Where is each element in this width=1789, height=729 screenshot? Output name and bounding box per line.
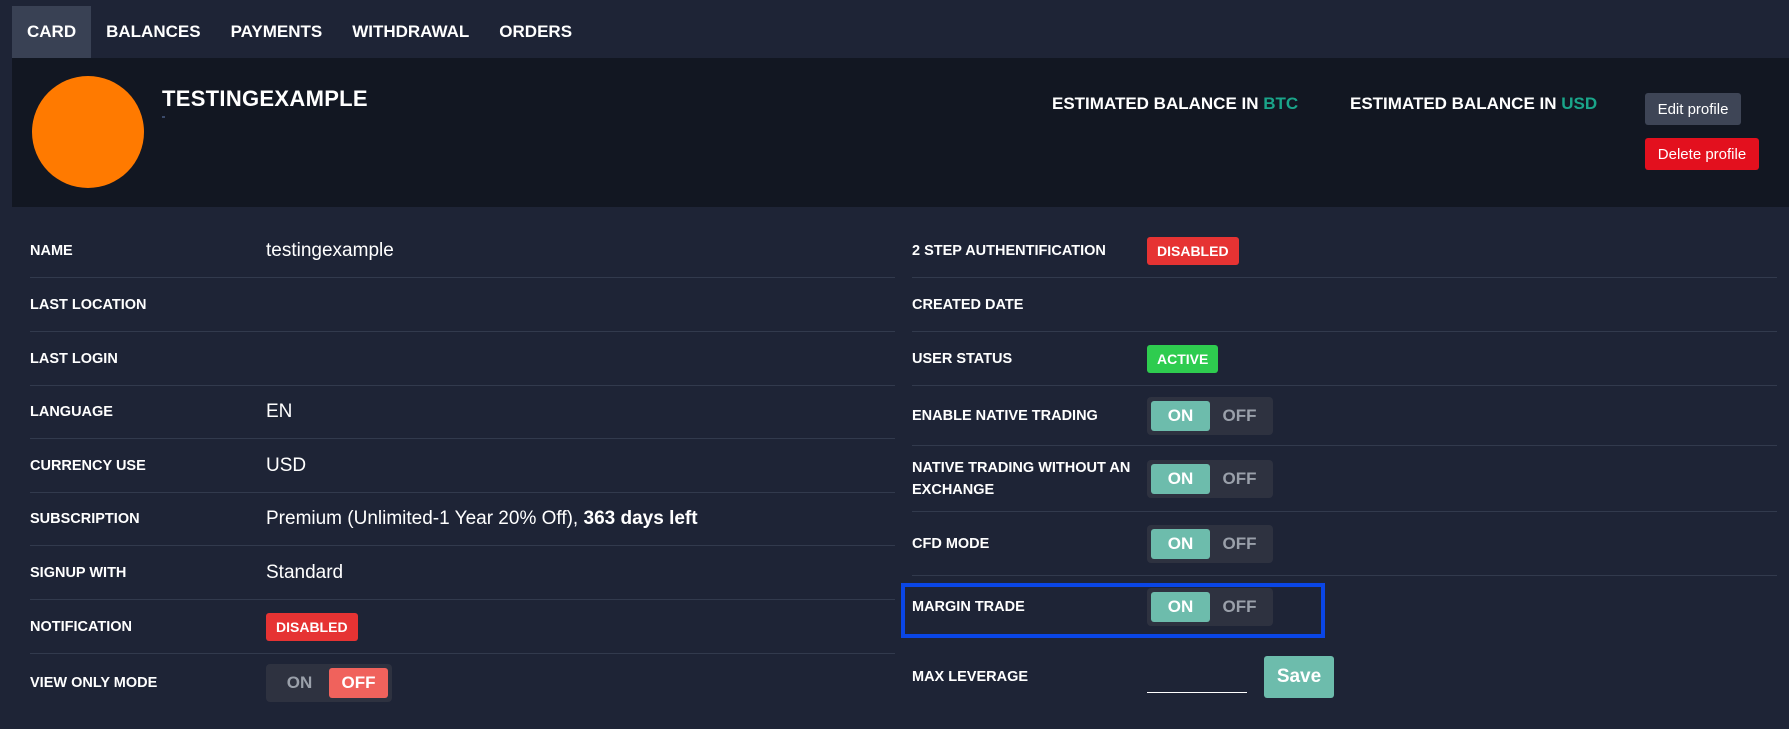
signup-value: Standard — [266, 561, 344, 583]
two-step-status-badge: DISABLED — [1147, 236, 1239, 265]
cfd-mode-toggle[interactable]: ON OFF — [1147, 524, 1273, 563]
native-no-exchange-label-line2: EXCHANGE — [912, 481, 995, 498]
subscription-plan: Premium (Unlimited-1 Year 20% Off), — [266, 507, 579, 529]
tab-payments[interactable]: PAYMENTS — [216, 6, 338, 58]
row-last-location: LAST LOCATION — [30, 278, 895, 332]
view-only-toggle[interactable]: ON OFF — [266, 664, 392, 702]
language-label: LANGUAGE — [30, 403, 113, 420]
edit-profile-button[interactable]: Edit profile — [1645, 93, 1741, 125]
name-value: testingexample — [266, 239, 394, 261]
estimated-balance-usd-currency: USD — [1561, 94, 1598, 113]
row-subscription: SUBSCRIPTION Premium (Unlimited-1 Year 2… — [30, 492, 895, 546]
row-name: NAME testingexample — [30, 224, 895, 278]
row-max-leverage: MAX LEVERAGE — [912, 650, 1777, 704]
native-no-exchange-label-line1: NATIVE TRADING WITHOUT AN — [912, 459, 1131, 476]
username-title: TESTINGEXAMPLE — [162, 86, 368, 111]
native-trading-label: ENABLE NATIVE TRADING — [912, 407, 1098, 424]
row-two-step: 2 STEP AUTHENTIFICATION DISABLED — [912, 224, 1777, 278]
estimated-balance-usd-prefix: ESTIMATED BALANCE IN — [1350, 94, 1557, 113]
estimated-balance-btc: ESTIMATED BALANCE IN BTC — [1052, 94, 1298, 114]
last-location-label: LAST LOCATION — [30, 296, 147, 313]
estimated-balance-btc-currency: BTC — [1263, 94, 1299, 113]
two-step-label: 2 STEP AUTHENTIFICATION — [912, 242, 1106, 259]
row-native-no-exchange: NATIVE TRADING WITHOUT AN EXCHANGE ON OF… — [912, 446, 1777, 512]
native-no-exchange-off-option[interactable]: OFF — [1210, 464, 1269, 494]
subscription-value: Premium (Unlimited-1 Year 20% Off), 363 … — [266, 508, 698, 530]
view-only-off-option[interactable]: OFF — [329, 668, 388, 698]
save-button[interactable]: Save — [1264, 656, 1334, 698]
delete-profile-button[interactable]: Delete profile — [1645, 138, 1759, 170]
tab-card[interactable]: CARD — [12, 6, 92, 58]
row-signup: SIGNUP WITH Standard — [30, 546, 895, 600]
estimated-balance-usd: ESTIMATED BALANCE IN USD — [1350, 94, 1597, 114]
margin-trade-highlight — [901, 583, 1325, 638]
tab-withdrawal[interactable]: WITHDRAWAL — [337, 6, 484, 58]
row-view-only: VIEW ONLY MODE ON OFF — [30, 656, 895, 710]
row-last-login: LAST LOGIN — [30, 332, 895, 386]
native-trading-off-option[interactable]: OFF — [1210, 401, 1269, 431]
native-no-exchange-on-option[interactable]: ON — [1151, 463, 1210, 494]
tab-balances[interactable]: BALANCES — [91, 6, 215, 58]
cfd-mode-off-option[interactable]: OFF — [1210, 529, 1269, 559]
row-native-trading: ENABLE NATIVE TRADING ON OFF — [912, 386, 1777, 446]
row-language: LANGUAGE EN — [30, 385, 895, 439]
username-underline — [162, 116, 165, 118]
row-currency: CURRENCY USE USD — [30, 439, 895, 493]
language-value: EN — [266, 400, 293, 422]
tab-orders[interactable]: ORDERS — [484, 6, 587, 58]
currency-label: CURRENCY USE — [30, 457, 146, 474]
native-trading-toggle[interactable]: ON OFF — [1147, 396, 1273, 435]
row-created-date: CREATED DATE — [912, 278, 1777, 332]
profile-header: TESTINGEXAMPLE ESTIMATED BALANCE IN BTC … — [12, 58, 1789, 207]
avatar — [32, 76, 144, 188]
signup-label: SIGNUP WITH — [30, 564, 127, 581]
user-status-badge: ACTIVE — [1147, 344, 1219, 373]
native-no-exchange-toggle[interactable]: ON OFF — [1147, 459, 1273, 498]
notification-label: NOTIFICATION — [30, 618, 133, 635]
row-user-status: USER STATUS ACTIVE — [912, 332, 1777, 386]
subscription-days-left: 363 days left — [583, 507, 698, 529]
subscription-label: SUBSCRIPTION — [30, 510, 140, 527]
tab-bar: CARD BALANCES PAYMENTS WITHDRAWAL ORDERS — [12, 6, 587, 58]
view-only-label: VIEW ONLY MODE — [30, 675, 158, 691]
cfd-mode-label: CFD MODE — [912, 535, 990, 552]
native-trading-on-option[interactable]: ON — [1151, 400, 1210, 431]
view-only-on-option[interactable]: ON — [270, 668, 329, 698]
row-notification: NOTIFICATION DISABLED — [30, 600, 895, 654]
max-leverage-label: MAX LEVERAGE — [912, 669, 1029, 685]
user-status-label: USER STATUS — [912, 350, 1013, 367]
native-no-exchange-label: NATIVE TRADING WITHOUT AN EXCHANGE — [912, 457, 1130, 501]
estimated-balance-btc-prefix: ESTIMATED BALANCE IN — [1052, 94, 1259, 113]
cfd-mode-on-option[interactable]: ON — [1151, 528, 1210, 559]
row-cfd-mode: CFD MODE ON OFF — [912, 512, 1777, 576]
created-date-label: CREATED DATE — [912, 296, 1024, 313]
currency-value: USD — [266, 454, 307, 476]
max-leverage-input[interactable] — [1147, 671, 1247, 693]
notification-status-badge: DISABLED — [266, 612, 358, 641]
last-login-label: LAST LOGIN — [30, 350, 118, 367]
name-label: NAME — [30, 242, 73, 259]
